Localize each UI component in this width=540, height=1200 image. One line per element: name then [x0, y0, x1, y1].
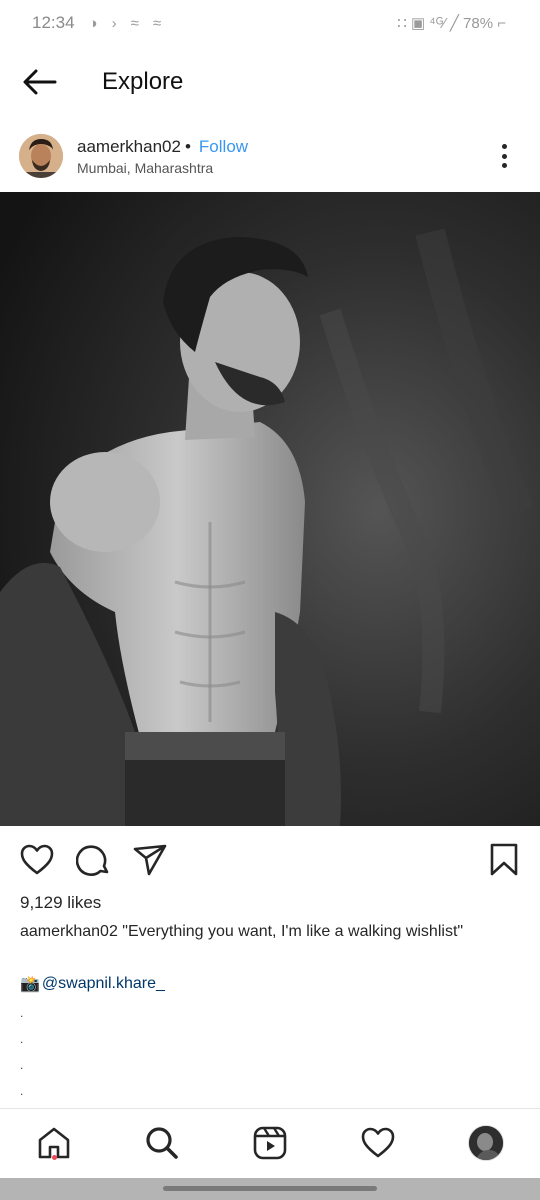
app-header: Explore [0, 52, 540, 112]
system-gesture-bar [0, 1178, 540, 1200]
arrow-left-icon [23, 69, 57, 95]
username-link[interactable]: aamerkhan02 [77, 137, 181, 157]
caption-username[interactable]: aamerkhan02 [20, 923, 118, 940]
more-vertical-icon [501, 163, 507, 168]
caption-dot: . [20, 1006, 24, 1020]
search-icon [146, 1127, 178, 1159]
caption-text: "Everything you want, I'm like a walking… [122, 923, 464, 940]
avatar[interactable] [19, 134, 63, 178]
share-button[interactable] [132, 842, 168, 878]
user-line: aamerkhan02 • Follow [77, 137, 248, 157]
status-icon: › [111, 14, 117, 32]
post-action-bar [0, 838, 540, 882]
bookmark-icon [490, 843, 518, 876]
nav-activity[interactable] [360, 1125, 396, 1161]
bottom-nav [0, 1108, 540, 1178]
location-link[interactable]: Mumbai, Maharashtra [77, 160, 248, 176]
status-icon: ◑ [88, 14, 98, 32]
caption-dot: . [20, 1084, 24, 1098]
home-notification-dot [52, 1155, 57, 1160]
credit-mention-link[interactable]: @swapnil.khare_ [42, 975, 165, 993]
heart-icon [20, 844, 54, 875]
nav-profile-avatar[interactable] [468, 1125, 504, 1161]
post-header: aamerkhan02 • Follow Mumbai, Maharashtra [0, 130, 540, 182]
status-time: 12:34 [32, 13, 75, 32]
nav-reels[interactable] [252, 1125, 288, 1161]
status-icon: ≈ [130, 14, 139, 32]
camera-icon: 📸 [20, 976, 40, 993]
avatar-picture [19, 134, 63, 178]
send-icon [133, 844, 167, 876]
user-meta: aamerkhan02 • Follow Mumbai, Maharashtra [77, 137, 248, 176]
status-icon: ≈ [152, 14, 162, 32]
caption-dot: . [20, 1058, 24, 1072]
like-button[interactable] [19, 842, 55, 878]
more-vertical-icon [501, 144, 507, 149]
gesture-handle[interactable] [163, 1186, 377, 1191]
profile-avatar [469, 1126, 503, 1160]
likes-count[interactable]: 9,129 likes [20, 893, 101, 913]
reels-icon [253, 1126, 287, 1160]
activity-heart-icon [361, 1127, 395, 1158]
dot-separator: • [184, 136, 191, 156]
post-caption: aamerkhan02 "Everything you want, I'm li… [20, 922, 520, 942]
comment-button[interactable] [75, 842, 112, 878]
page-title: Explore [102, 68, 184, 95]
back-button[interactable] [20, 62, 60, 102]
status-bar-left: 12:34 ◑ › ≈ ≈ [32, 13, 161, 33]
more-vertical-icon [501, 153, 507, 159]
save-button[interactable] [486, 842, 522, 878]
status-bar-right: ∷ ▣ ⁴ᴳ⁄ ╱ 78% ⌐ [397, 14, 506, 32]
comment-icon [75, 845, 109, 876]
caption-dot: . [20, 1032, 24, 1046]
follow-button[interactable]: Follow [199, 137, 248, 157]
post-image[interactable] [0, 192, 540, 826]
nav-search[interactable] [144, 1125, 180, 1161]
more-options-button[interactable] [492, 140, 516, 172]
caption-dots: . . . . [20, 1000, 23, 1104]
post-photo [0, 192, 540, 826]
photo-credit: 📸 @swapnil.khare_ [20, 974, 165, 994]
status-indicators: ∷ ▣ ⁴ᴳ⁄ ╱ 78% ⌐ [397, 15, 506, 32]
status-bar: 12:34 ◑ › ≈ ≈ ∷ ▣ ⁴ᴳ⁄ ╱ 78% ⌐ [0, 0, 540, 46]
